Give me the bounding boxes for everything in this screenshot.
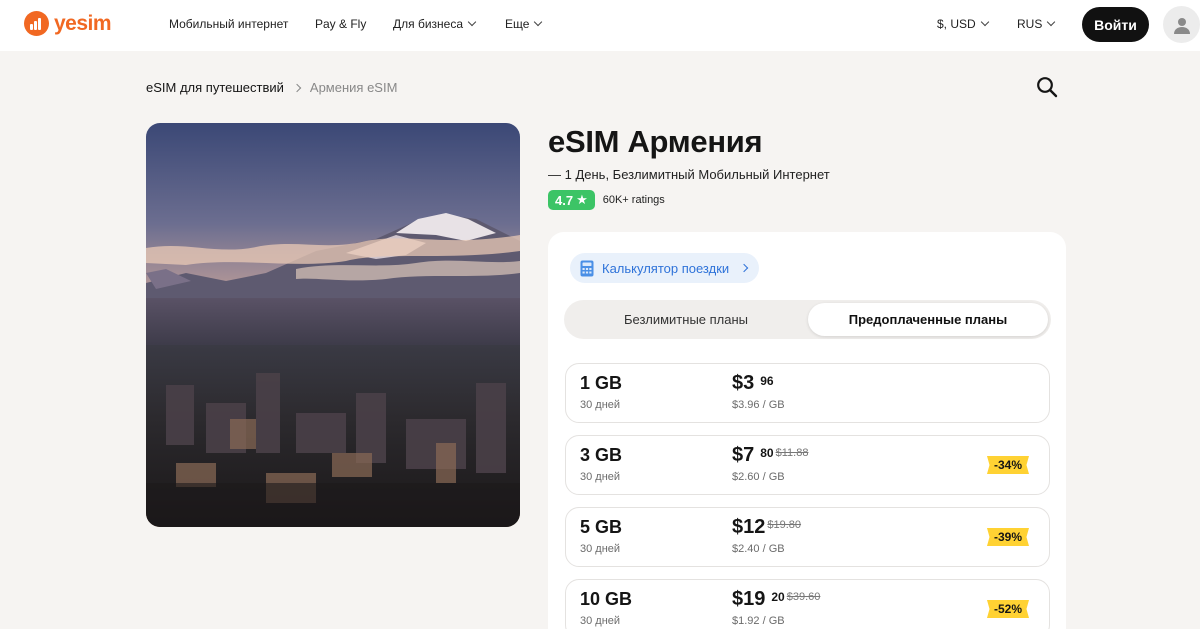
price-old: $19.80 bbox=[767, 519, 802, 531]
trip-calculator-button[interactable]: Калькулятор поездки bbox=[570, 253, 760, 283]
price-main: $12 bbox=[732, 516, 766, 538]
rating-value: 4.7 bbox=[555, 192, 574, 208]
nav-pay-fly[interactable]: Pay & Fly bbox=[315, 17, 366, 31]
nav-business-menu[interactable]: Для бизнеса bbox=[393, 17, 477, 31]
price-main: $7 bbox=[732, 444, 755, 466]
calculator-icon bbox=[580, 260, 594, 276]
language-label: RUS bbox=[1017, 17, 1043, 31]
currency-label: $, USD bbox=[937, 17, 976, 31]
price-cents: 80 bbox=[760, 446, 774, 460]
user-icon bbox=[1173, 17, 1190, 34]
tab-prepaid-plans[interactable]: Предоплаченные планы bbox=[808, 303, 1048, 336]
breadcrumb-parent-link[interactable]: eSIM для путешествий bbox=[146, 80, 284, 95]
discount-badge: -39% bbox=[986, 528, 1029, 546]
plan-validity: 30 дней bbox=[580, 543, 621, 555]
breadcrumb: eSIM для путешествий Армения eSIM bbox=[146, 80, 397, 95]
price-per-gb: $1.92 / GB bbox=[732, 615, 785, 627]
plan-data-size: 3 GB bbox=[580, 445, 623, 465]
nav-more-menu[interactable]: Еще bbox=[505, 17, 543, 31]
plan-type-tabs: Безлимитные планы Предоплаченные планы bbox=[564, 300, 1051, 339]
product-subtitle: — 1 День, Безлимитный Мобильный Интернет bbox=[548, 167, 830, 182]
language-selector[interactable]: RUS bbox=[1017, 17, 1056, 31]
plans-card: Калькулятор поездки Безлимитные планы Пр… bbox=[548, 232, 1066, 629]
star-icon: ★ bbox=[576, 192, 588, 207]
user-profile-button[interactable] bbox=[1163, 6, 1200, 43]
chevron-down-icon bbox=[534, 17, 543, 27]
nav-mobile-internet-label: Мобильный интернет bbox=[169, 17, 289, 31]
plan-option[interactable]: 1 GB 30 дней $3 96 $3.96 / GB bbox=[565, 363, 1050, 423]
plan-data-size: 10 GB bbox=[580, 589, 633, 609]
price-old: $11.88 bbox=[775, 447, 809, 459]
discount-badge: -34% bbox=[986, 456, 1029, 474]
nav-pay-fly-label: Pay & Fly bbox=[315, 17, 367, 31]
chevron-right-icon bbox=[292, 83, 302, 92]
trip-calculator-label: Калькулятор поездки bbox=[602, 260, 730, 276]
price-main: $3 bbox=[732, 372, 755, 394]
login-button[interactable]: Войти bbox=[1082, 7, 1149, 42]
price-old: $39.60 bbox=[786, 591, 821, 603]
plan-validity: 30 дней bbox=[580, 471, 621, 483]
chevron-down-icon bbox=[467, 17, 477, 27]
plan-validity: 30 дней bbox=[580, 399, 621, 411]
mountain-city-photo bbox=[146, 123, 520, 527]
yesim-logo-icon bbox=[24, 11, 49, 36]
nav-business-label: Для бизнеса bbox=[393, 17, 464, 31]
chevron-right-icon bbox=[739, 263, 749, 273]
price-per-gb: $3.96 / GB bbox=[732, 399, 785, 411]
page-title: eSIM Армения bbox=[548, 124, 763, 159]
top-header: yesim Мобильный интернет Pay & Fly Для б… bbox=[0, 0, 1200, 51]
nav-mobile-internet[interactable]: Мобильный интернет bbox=[169, 17, 288, 31]
plan-price: $12 $19.80 bbox=[732, 516, 801, 539]
plan-data-size: 5 GB bbox=[580, 517, 623, 537]
currency-selector[interactable]: $, USD bbox=[937, 17, 989, 31]
logo-text: yesim bbox=[54, 11, 112, 35]
yesim-logo[interactable]: yesim bbox=[24, 11, 112, 36]
plan-price: $19 20 $39.60 bbox=[732, 588, 820, 611]
price-cents: 96 bbox=[760, 374, 774, 388]
nav-more-label: Еще bbox=[505, 17, 530, 31]
price-per-gb: $2.40 / GB bbox=[732, 543, 785, 555]
chevron-down-icon bbox=[980, 17, 989, 27]
breadcrumb-current: Армения eSIM bbox=[309, 80, 398, 95]
plan-option[interactable]: 10 GB 30 дней $19 20 $39.60 $1.92 / GB -… bbox=[565, 579, 1050, 629]
plan-price: $3 96 bbox=[732, 372, 774, 395]
tab-unlimited-plans[interactable]: Безлимитные планы bbox=[567, 303, 805, 336]
price-per-gb: $2.60 / GB bbox=[732, 471, 785, 483]
rating-row: 4.7 ★ 60K+ ratings bbox=[548, 190, 665, 210]
armenia-hero-image bbox=[146, 123, 520, 527]
plan-price: $7 80 $11.88 bbox=[732, 444, 808, 467]
chevron-down-icon bbox=[1047, 17, 1056, 27]
price-main: $19 bbox=[732, 588, 766, 610]
plan-validity: 30 дней bbox=[580, 615, 621, 627]
ratings-count[interactable]: 60K+ ratings bbox=[603, 194, 665, 206]
plan-option[interactable]: 5 GB 30 дней $12 $19.80 $2.40 / GB -39% bbox=[565, 507, 1050, 567]
plan-data-size: 1 GB bbox=[580, 373, 623, 393]
search-button[interactable] bbox=[1036, 76, 1058, 98]
price-cents: 20 bbox=[771, 590, 785, 604]
search-icon bbox=[1037, 77, 1058, 98]
rating-badge: 4.7 ★ bbox=[548, 190, 595, 210]
plan-option[interactable]: 3 GB 30 дней $7 80 $11.88 $2.60 / GB -34… bbox=[565, 435, 1050, 495]
discount-badge: -52% bbox=[986, 600, 1029, 618]
